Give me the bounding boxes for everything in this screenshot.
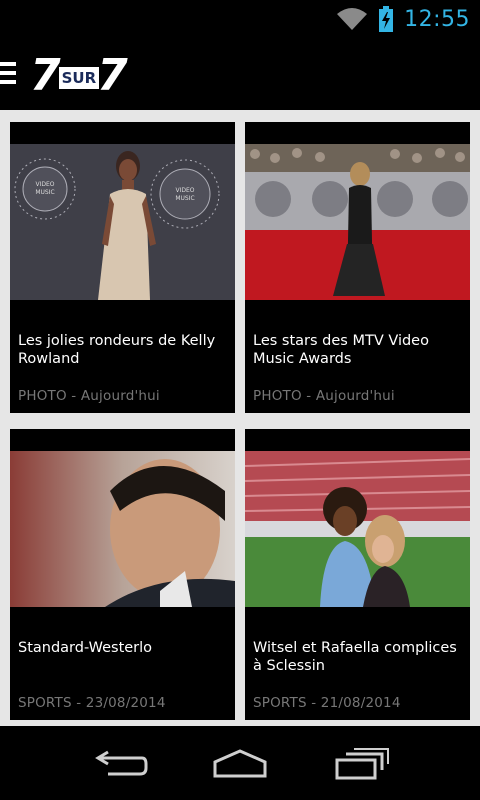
article-meta: SPORTS - 23/08/2014 — [18, 695, 166, 711]
home-icon[interactable] — [212, 748, 268, 780]
battery-charging-icon — [379, 6, 394, 32]
article-card-mtv-awards[interactable]: Les stars des MTV Video Music Awards PHO… — [245, 122, 470, 413]
back-icon[interactable] — [94, 748, 148, 780]
article-title: Les jolies rondeurs de Kelly Rowland — [18, 333, 216, 367]
clock: 12:55 — [404, 6, 470, 32]
article-title: Standard-Westerlo — [18, 640, 153, 656]
app-bar: 7 SUR 7 — [0, 38, 480, 110]
status-bar: 12:55 — [0, 0, 480, 38]
menu-icon[interactable] — [0, 62, 18, 86]
article-image — [245, 144, 470, 300]
svg-text:VIDEO: VIDEO — [35, 181, 54, 188]
article-image — [245, 451, 470, 607]
article-grid: VIDEO MUSIC VIDEO MUSIC Les jolies ronde… — [0, 110, 480, 726]
logo-middle: SUR — [58, 67, 100, 89]
svg-text:VIDEO: VIDEO — [175, 187, 194, 194]
article-card-witsel-rafaella[interactable]: Witsel et Rafaella complices à Sclessin … — [245, 429, 470, 720]
recent-apps-icon[interactable] — [334, 748, 390, 780]
article-meta: PHOTO - Aujourd'hui — [18, 388, 160, 404]
article-title: Les stars des MTV Video Music Awards — [253, 333, 429, 367]
wifi-icon — [337, 8, 368, 30]
article-card-kelly-rowland[interactable]: VIDEO MUSIC VIDEO MUSIC Les jolies ronde… — [10, 122, 235, 413]
status-icons: 12:55 — [336, 4, 470, 34]
system-nav-bar — [0, 728, 480, 800]
logo-left: 7 — [30, 50, 61, 101]
article-image — [10, 451, 235, 607]
logo-right: 7 — [97, 50, 128, 101]
article-title: Witsel et Rafaella complices à Sclessin — [253, 640, 457, 674]
svg-text:MUSIC: MUSIC — [175, 195, 194, 202]
app-logo[interactable]: 7 SUR 7 — [30, 50, 128, 101]
article-image: VIDEO MUSIC VIDEO MUSIC — [10, 144, 235, 300]
article-meta: PHOTO - Aujourd'hui — [253, 388, 395, 404]
svg-text:MUSIC: MUSIC — [35, 189, 54, 196]
article-meta: SPORTS - 21/08/2014 — [253, 695, 401, 711]
article-card-standard-westerlo[interactable]: Standard-Westerlo SPORTS - 23/08/2014 — [10, 429, 235, 720]
